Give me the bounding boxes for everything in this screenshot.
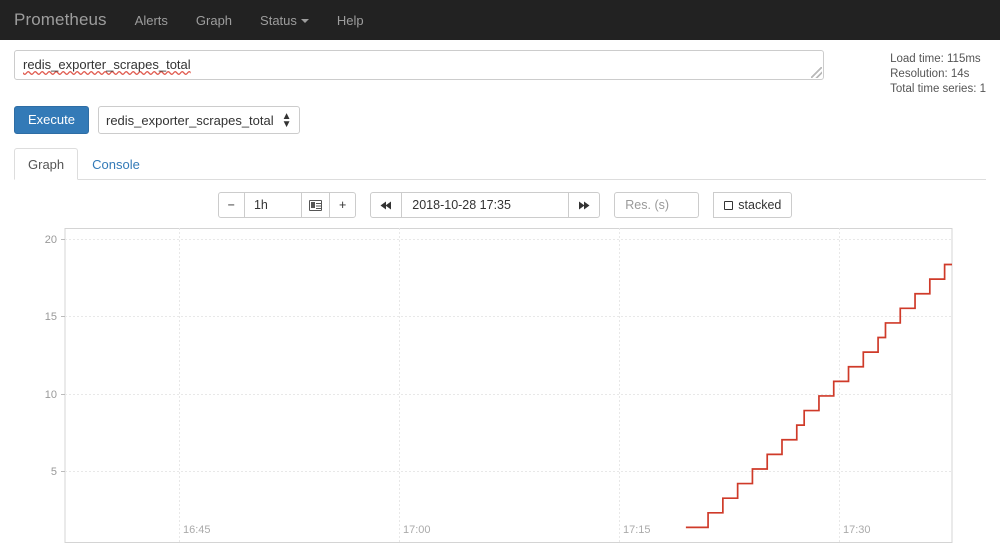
tab-bar: Graph Console	[14, 148, 986, 180]
query-stats: Load time: 115ms Resolution: 14s Total t…	[890, 50, 986, 97]
graph-controls: − 1h + 2018-10-28 17:35 Res. (s) stacked	[14, 192, 986, 218]
execute-row: Execute redis_exporter_scrapes_total ▲ ▼	[14, 106, 986, 134]
nav-item-graph[interactable]: Graph	[182, 13, 246, 28]
range-calendar-button[interactable]	[300, 192, 330, 218]
graph-svg[interactable]: 20 15 10 5 16:45 17:00 17:15 17:30	[14, 228, 986, 546]
nav-item-status[interactable]: Status	[246, 13, 323, 28]
decrease-range-button[interactable]: −	[217, 192, 245, 218]
y-tick-label-5: 5	[51, 466, 57, 478]
y-tick-label-20: 20	[45, 234, 57, 246]
stacked-toggle[interactable]: stacked	[713, 192, 793, 218]
increase-range-button[interactable]: +	[328, 192, 357, 218]
step-backward-button[interactable]	[370, 192, 403, 218]
range-input[interactable]: 1h	[243, 192, 302, 218]
nav-item-alerts[interactable]: Alerts	[121, 13, 182, 28]
nav-item-help[interactable]: Help	[323, 13, 378, 28]
graph-panel: − 1h + 2018-10-28 17:35 Res. (s) stacked…	[14, 192, 986, 546]
y-tick-label-15: 15	[45, 311, 57, 323]
textarea-resize-handle[interactable]	[811, 67, 822, 78]
stat-resolution: Resolution: 14s	[890, 68, 970, 80]
execute-button[interactable]: Execute	[14, 106, 89, 134]
end-time-input[interactable]: 2018-10-28 17:35	[401, 192, 570, 218]
stacked-label: stacked	[738, 198, 782, 212]
page-body: redis_exporter_scrapes_total Load time: …	[0, 40, 1000, 546]
query-row: redis_exporter_scrapes_total Load time: …	[14, 40, 986, 97]
y-axis: 20 15 10 5	[45, 234, 65, 478]
stat-total-series: Total time series: 1	[890, 83, 986, 95]
nav-item-status-label: Status	[260, 12, 297, 28]
step-forward-button[interactable]	[568, 192, 601, 218]
checkbox-icon	[724, 200, 734, 210]
resolution-placeholder-text: Res. (s)	[625, 198, 670, 212]
x-tick-label-1: 17:00	[403, 524, 431, 536]
y-tick-label-10: 10	[45, 389, 57, 401]
x-tick-label-2: 17:15	[623, 524, 651, 536]
plot-frame	[64, 228, 953, 543]
chart-area[interactable]: 20 15 10 5 16:45 17:00 17:15 17:30 ✓	[14, 228, 986, 546]
x-tick-label-3: 17:30	[843, 524, 871, 536]
query-expression-text: redis_exporter_scrapes_total	[23, 57, 191, 72]
stepper-icon: ▲ ▼	[281, 110, 292, 130]
tab-console[interactable]: Console	[78, 148, 154, 180]
navbar: Prometheus Alerts Graph Status Help	[0, 0, 1000, 40]
resolution-input[interactable]: Res. (s)	[614, 192, 700, 218]
stat-load-time: Load time: 115ms	[890, 53, 981, 65]
step-forward-icon	[579, 201, 590, 209]
metric-select-value: redis_exporter_scrapes_total	[105, 112, 274, 128]
tab-graph[interactable]: Graph	[14, 148, 79, 180]
chevron-down-icon	[300, 19, 309, 24]
query-expression-input[interactable]: redis_exporter_scrapes_total	[14, 50, 824, 80]
time-control-group: 2018-10-28 17:35	[370, 192, 601, 218]
range-control-group: − 1h +	[217, 192, 357, 218]
brand-prometheus[interactable]: Prometheus	[14, 10, 121, 30]
step-backward-icon	[380, 201, 392, 209]
x-tick-label-0: 16:45	[183, 524, 211, 536]
calendar-icon	[308, 199, 322, 211]
metric-select[interactable]: redis_exporter_scrapes_total ▲ ▼	[97, 106, 300, 134]
